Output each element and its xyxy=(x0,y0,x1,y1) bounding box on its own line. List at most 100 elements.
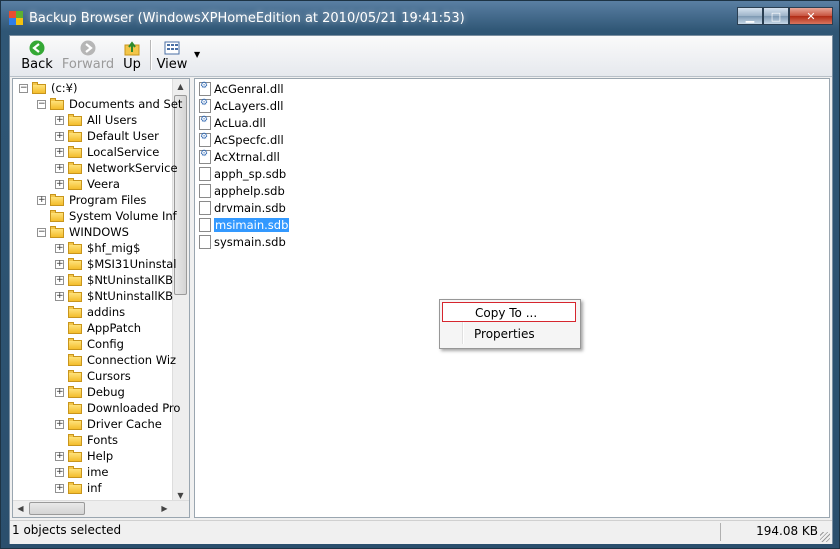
tree-vertical-scrollbar[interactable]: ▲ ▼ xyxy=(172,79,189,503)
tree-item[interactable]: + Driver Cache xyxy=(55,416,162,432)
tree-item-label: $NtUninstallKB xyxy=(87,289,173,303)
tree-item[interactable]: + inf xyxy=(55,480,102,496)
tree-item[interactable]: Fonts xyxy=(55,432,118,448)
dll-file-icon xyxy=(199,81,211,96)
file-item[interactable]: AcXtrnal.dll xyxy=(199,149,280,165)
tree-horizontal-scrollbar[interactable]: ◀ ▶ xyxy=(13,500,189,517)
scroll-right-icon[interactable]: ▶ xyxy=(157,501,172,516)
file-name: sysmain.sdb xyxy=(214,235,286,249)
tree-horizontal-thumb[interactable] xyxy=(29,502,85,515)
tree-item[interactable]: + $MSI31Uninstal xyxy=(55,256,177,272)
file-item[interactable]: drvmain.sdb xyxy=(199,200,286,216)
expand-icon[interactable]: + xyxy=(55,483,64,493)
tree-item-label: Downloaded Pro xyxy=(87,401,181,415)
tree-item[interactable]: Cursors xyxy=(55,368,131,384)
file-icon xyxy=(199,218,211,232)
file-icon xyxy=(199,184,211,198)
tree-item[interactable]: + All Users xyxy=(55,112,137,128)
back-button[interactable]: Back xyxy=(20,38,54,72)
folder-icon xyxy=(50,210,64,222)
tree-item[interactable]: − (c:¥) xyxy=(19,80,78,96)
tree-item[interactable]: + NetworkService xyxy=(55,160,178,176)
expand-icon[interactable]: + xyxy=(55,131,64,141)
file-item[interactable]: AcGenral.dll xyxy=(199,81,284,97)
expand-icon[interactable]: + xyxy=(55,259,64,269)
tree-item[interactable]: + Veera xyxy=(55,176,120,192)
scroll-left-icon[interactable]: ◀ xyxy=(13,501,28,516)
tree-item-label: Debug xyxy=(87,385,125,399)
context-menu-copy-to[interactable]: Copy To ... xyxy=(442,302,576,322)
file-icon xyxy=(199,235,211,249)
forward-button[interactable]: Forward xyxy=(62,38,114,72)
expand-icon[interactable]: + xyxy=(55,163,64,173)
panes: ▲ ▼ ◀ ▶ − (c:¥) − Documents and Set + All Use… xyxy=(12,78,830,518)
close-button[interactable]: ✕ xyxy=(789,7,833,25)
tree-item[interactable]: + LocalService xyxy=(55,144,159,160)
expand-icon[interactable]: + xyxy=(55,275,64,285)
tree-item[interactable]: Connection Wiz xyxy=(55,352,176,368)
collapse-icon[interactable]: − xyxy=(37,99,46,109)
expand-icon[interactable]: + xyxy=(55,419,64,429)
tree-item[interactable]: + Default User xyxy=(55,128,159,144)
expand-icon[interactable]: + xyxy=(55,147,64,157)
folder-tree[interactable]: ▲ ▼ ◀ ▶ − (c:¥) − Documents and Set + All Use… xyxy=(12,78,190,518)
tree-item[interactable]: AppPatch xyxy=(55,320,141,336)
folder-icon xyxy=(68,434,82,446)
tree-item-label: Cursors xyxy=(87,369,131,383)
expand-icon[interactable]: + xyxy=(55,243,64,253)
minimize-button[interactable]: ▁ xyxy=(737,7,763,25)
collapse-icon[interactable]: − xyxy=(37,227,46,237)
tree-item[interactable]: + Program Files xyxy=(37,192,146,208)
expand-icon[interactable]: + xyxy=(55,291,64,301)
tree-item[interactable]: − WINDOWS xyxy=(37,224,129,240)
file-item[interactable]: apphelp.sdb xyxy=(199,183,285,199)
expand-icon[interactable]: + xyxy=(55,467,64,477)
collapse-icon[interactable]: − xyxy=(19,83,28,93)
tree-item[interactable]: Downloaded Pro xyxy=(55,400,180,416)
tree-item[interactable]: + $NtUninstallKB xyxy=(55,288,173,304)
tree-item[interactable]: + Help xyxy=(55,448,113,464)
tree-item[interactable]: System Volume Inf xyxy=(37,208,177,224)
view-dropdown-icon[interactable]: ▼ xyxy=(194,50,200,59)
expand-icon[interactable]: + xyxy=(55,179,64,189)
tree-item[interactable]: + Debug xyxy=(55,384,125,400)
expand-icon[interactable]: + xyxy=(55,387,64,397)
up-button[interactable]: Up xyxy=(118,38,146,72)
folder-icon xyxy=(68,370,82,382)
file-name: AcLua.dll xyxy=(214,116,266,130)
tree-item[interactable]: + $hf_mig$ xyxy=(55,240,140,256)
expand-icon[interactable]: + xyxy=(55,115,64,125)
scroll-up-icon[interactable]: ▲ xyxy=(173,79,188,94)
status-separator xyxy=(720,523,721,541)
file-icon xyxy=(199,201,211,215)
file-item[interactable]: AcLua.dll xyxy=(199,115,266,131)
tree-item[interactable]: − Documents and Set xyxy=(37,96,182,112)
file-item[interactable]: AcLayers.dll xyxy=(199,98,283,114)
file-item[interactable]: AcSpecfc.dll xyxy=(199,132,284,148)
view-button[interactable]: View xyxy=(156,38,188,72)
context-menu-properties[interactable]: Properties xyxy=(442,324,576,344)
back-label: Back xyxy=(21,57,53,72)
tree-item[interactable]: + $NtUninstallKB xyxy=(55,272,173,288)
expand-icon[interactable]: + xyxy=(37,195,46,205)
backup-browser-window: Backup Browser (WindowsXPHomeEdition at … xyxy=(0,0,840,549)
file-name: drvmain.sdb xyxy=(214,201,286,215)
folder-icon xyxy=(68,418,82,430)
tree-item[interactable]: Config xyxy=(55,336,124,352)
resize-grip-icon[interactable] xyxy=(820,532,830,542)
file-item[interactable]: msimain.sdb xyxy=(199,217,290,233)
tree-item-label: Config xyxy=(87,337,124,351)
tree-item[interactable]: addins xyxy=(55,304,125,320)
title-bar[interactable]: Backup Browser (WindowsXPHomeEdition at … xyxy=(1,1,839,35)
file-item[interactable]: apph_sp.sdb xyxy=(199,166,286,182)
expand-icon[interactable]: + xyxy=(55,451,64,461)
file-list[interactable]: AcGenral.dll AcLayers.dll AcLua.dll AcSpecf… xyxy=(194,78,830,518)
file-name: AcXtrnal.dll xyxy=(214,150,280,164)
file-icon xyxy=(199,167,211,181)
maximize-button[interactable]: □ xyxy=(763,7,789,25)
tree-item[interactable]: + ime xyxy=(55,464,108,480)
file-item[interactable]: sysmain.sdb xyxy=(199,234,286,250)
